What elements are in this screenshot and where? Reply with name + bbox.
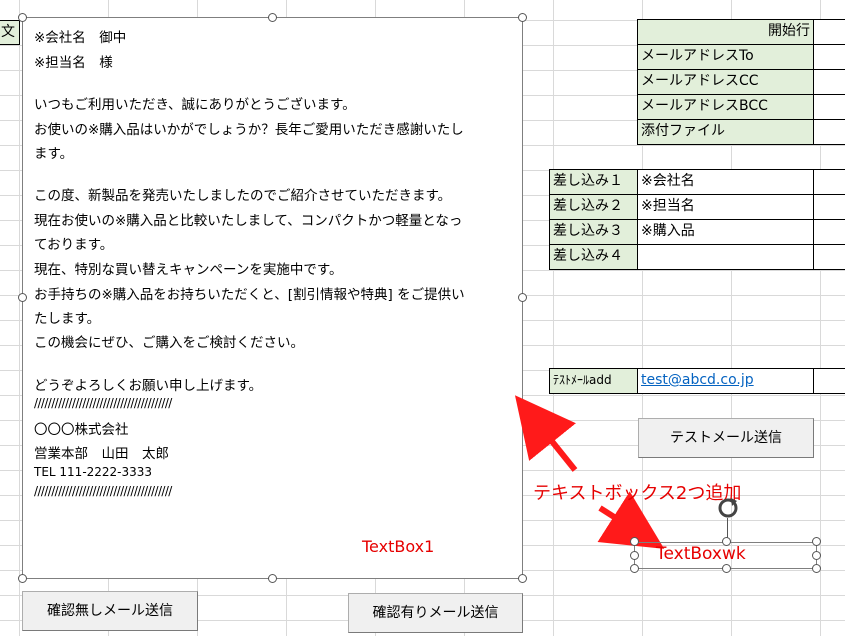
tb-line: 営業本部 山田 太郎: [34, 446, 169, 462]
merge-label-3[interactable]: 差し込み３: [549, 219, 638, 245]
tb-line: いつもご利用いただき、誠にありがとうございます。: [34, 97, 356, 113]
resize-handle[interactable]: [812, 537, 821, 546]
test-mail-send-button[interactable]: テストメール送信: [638, 418, 814, 458]
tb-line: ます。: [34, 146, 74, 162]
resize-handle[interactable]: [518, 13, 527, 22]
tb-line: ※担当名 様: [34, 55, 113, 71]
resize-handle[interactable]: [812, 551, 821, 560]
test-mail-address[interactable]: test@abcd.co.jp: [637, 368, 814, 394]
merge-extra-1[interactable]: [813, 169, 845, 195]
resize-handle[interactable]: [812, 564, 821, 573]
resize-handle[interactable]: [722, 537, 731, 546]
send-with-confirm-button[interactable]: 確認有りメール送信: [348, 593, 523, 633]
textboxwk-label: TextBoxwk: [656, 544, 746, 564]
tb-line: TEL 111-2222-3333: [34, 465, 153, 479]
rotate-icon[interactable]: [716, 496, 740, 520]
merge-extra-3[interactable]: [813, 219, 845, 245]
tb-line: この度、新製品を発売いたしましたのでご紹介させていただきます。: [34, 188, 452, 204]
textbox1[interactable]: ※会社名 御中 ※担当名 様 いつもご利用いただき、誠にありがとうございます。 …: [22, 17, 523, 579]
resize-handle[interactable]: [722, 564, 731, 573]
merge-value-4[interactable]: [637, 244, 814, 270]
resize-handle[interactable]: [630, 564, 639, 573]
config-value-attachment[interactable]: [813, 119, 845, 145]
config-label-attachment[interactable]: 添付ファイル: [637, 119, 814, 145]
test-mail-label[interactable]: ﾃｽﾄﾒｰﾙadd: [549, 368, 638, 394]
config-value-bcc[interactable]: [813, 94, 845, 120]
tb-line: この機会にぜひ、ご購入をご検討ください。: [34, 335, 304, 351]
tb-line: お手持ちの※購入品をお持ちいただくと、[割引情報や特典] をご提供い: [34, 287, 465, 303]
tb-line: お使いの※購入品はいかがでしょうか？長年ご愛用いただき感謝いたし: [34, 122, 464, 138]
resize-handle[interactable]: [518, 574, 527, 583]
annotation-caption: テキストボックス2つ追加: [533, 483, 742, 504]
resize-handle[interactable]: [268, 574, 277, 583]
merge-label-4[interactable]: 差し込み４: [549, 244, 638, 270]
test-mail-link[interactable]: test@abcd.co.jp: [641, 372, 754, 388]
tb-line: ※会社名 御中: [34, 30, 127, 46]
tb-line: ////////////////////////////////////////: [34, 396, 172, 410]
tb-line: ////////////////////////////////////////: [34, 484, 172, 498]
textbox1-name-label: TextBox1: [362, 537, 435, 556]
config-value-start-row[interactable]: [813, 19, 845, 45]
resize-handle[interactable]: [18, 13, 27, 22]
resize-handle[interactable]: [18, 293, 27, 302]
tb-line: ております。: [34, 237, 114, 253]
merge-value-1[interactable]: ※会社名: [637, 169, 814, 195]
config-label-bcc[interactable]: メールアドレスBCC: [637, 94, 814, 120]
merge-value-2[interactable]: ※担当名: [637, 194, 814, 220]
config-label-to[interactable]: メールアドレスTo: [637, 44, 814, 70]
send-without-confirm-button[interactable]: 確認無しメール送信: [22, 591, 198, 631]
partial-header-cell[interactable]: 文: [0, 20, 20, 45]
config-label-start-row[interactable]: 開始行: [637, 19, 814, 45]
config-label-cc[interactable]: メールアドレスCC: [637, 69, 814, 95]
tb-line: 〇〇〇株式会社: [34, 422, 129, 438]
tb-line: どうぞよろしくお願い申し上げます。: [34, 378, 263, 394]
tb-line: たします。: [34, 311, 101, 327]
test-mail-extra[interactable]: [813, 368, 845, 394]
merge-value-3[interactable]: ※購入品: [637, 219, 814, 245]
merge-label-2[interactable]: 差し込み２: [549, 194, 638, 220]
resize-handle[interactable]: [18, 574, 27, 583]
merge-extra-4[interactable]: [813, 244, 845, 270]
merge-extra-2[interactable]: [813, 194, 845, 220]
resize-handle[interactable]: [630, 537, 639, 546]
merge-label-1[interactable]: 差し込み１: [549, 169, 638, 195]
config-value-to[interactable]: [813, 44, 845, 70]
resize-handle[interactable]: [630, 551, 639, 560]
tb-line: 現在、特別な買い替えキャンペーンを実施中です。: [34, 262, 343, 278]
resize-handle[interactable]: [518, 293, 527, 302]
config-value-cc[interactable]: [813, 69, 845, 95]
resize-handle[interactable]: [268, 13, 277, 22]
tb-line: 現在お使いの※購入品と比較いたしまして、コンパクトかつ軽量となっ: [34, 213, 463, 229]
